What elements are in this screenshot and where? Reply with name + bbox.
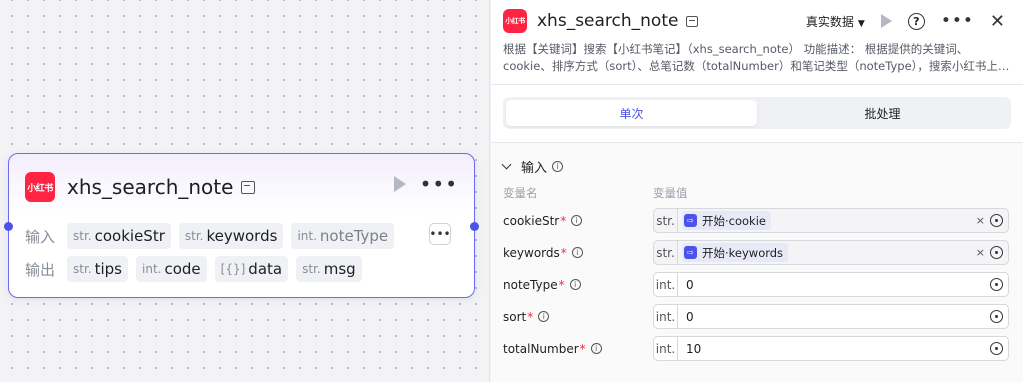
- xiaohongshu-logo-icon: 小红书: [25, 172, 55, 202]
- tab-single[interactable]: 单次: [506, 100, 757, 126]
- tab-batch[interactable]: 批处理: [757, 100, 1008, 126]
- param-value: 0: [686, 277, 694, 292]
- param-value-input[interactable]: int. 0: [653, 304, 1009, 329]
- help-icon[interactable]: ?: [907, 12, 925, 30]
- input-tag: int. noteType: [291, 223, 395, 249]
- run-node-icon[interactable]: [393, 176, 406, 192]
- input-tag: str. cookieStr: [67, 223, 171, 249]
- output-port[interactable]: [470, 222, 479, 231]
- mode-tabs: 单次 批处理: [503, 97, 1011, 129]
- param-row: totalNumber * i int. 10: [503, 336, 1013, 361]
- param-name: keywords * i: [503, 246, 653, 260]
- panel-actions: 真实数据 ▼ ? ••• ✕: [806, 9, 1005, 33]
- input-port[interactable]: [4, 222, 13, 231]
- clear-icon[interactable]: ×: [976, 246, 985, 259]
- data-mode-dropdown[interactable]: 真实数据 ▼: [806, 13, 865, 30]
- param-type: int.: [654, 305, 678, 328]
- param-type: str.: [654, 209, 678, 232]
- panel-title: xhs_search_note: [537, 11, 679, 31]
- param-value-input[interactable]: int. 10: [653, 336, 1009, 361]
- output-tag: str. tips: [67, 256, 128, 282]
- variable-picker-icon[interactable]: [990, 278, 1003, 291]
- output-tag: int. code: [136, 256, 207, 282]
- inputs-section: 输入 i 变量名 变量值 cookieStr * i str. ⇨ 开始 · cook…: [491, 143, 1023, 382]
- output-label: 输出: [25, 260, 56, 279]
- chevron-down-icon: ▼: [857, 18, 865, 29]
- column-header-name: 变量名: [503, 186, 538, 200]
- param-name: sort * i: [503, 310, 653, 324]
- start-node-icon: ⇨: [684, 246, 697, 259]
- param-name: cookieStr * i: [503, 214, 653, 228]
- sub-workflow-icon: [686, 15, 699, 27]
- divider: [491, 84, 1023, 85]
- variable-reference[interactable]: ⇨ 开始 · cookie: [682, 211, 771, 230]
- xiaohongshu-logo-icon: 小红书: [503, 9, 527, 33]
- param-type: str.: [654, 241, 678, 264]
- param-value: 0: [686, 309, 694, 324]
- param-type: int.: [654, 337, 678, 360]
- node-description: 根据【关键词】搜索【小红书笔记】（xhs_search_note） 功能描述： …: [503, 42, 1010, 73]
- param-row: cookieStr * i str. ⇨ 开始 · cookie ×: [503, 208, 1013, 233]
- info-icon: i: [590, 343, 602, 354]
- info-icon: i: [571, 215, 583, 226]
- start-node-icon: ⇨: [684, 214, 697, 227]
- info-icon: i: [538, 311, 550, 322]
- input-tag: str. keywords: [178, 223, 284, 249]
- node-header: 小红书 xhs_search_note: [25, 172, 256, 202]
- workflow-canvas[interactable]: 小红书 xhs_search_note ••• 输入 str. cookieStr…: [0, 0, 490, 382]
- panel-header: 小红书 xhs_search_note 真实数据 ▼ ? ••• ✕: [503, 9, 1013, 33]
- info-icon: i: [571, 247, 583, 258]
- param-row: noteType * i int. 0: [503, 272, 1013, 297]
- output-tag: str. msg: [296, 256, 362, 282]
- section-title: 输入: [521, 161, 548, 176]
- column-header-value: 变量值: [653, 186, 688, 200]
- node-actions: •••: [393, 174, 458, 194]
- inputs-section-header[interactable]: 输入 i: [501, 157, 564, 176]
- node-title: xhs_search_note: [67, 175, 234, 199]
- panel-more-icon[interactable]: •••: [941, 13, 974, 30]
- node-inputs-row: 输入 str. cookieStr str. keywords int. noteTy…: [25, 223, 402, 249]
- sub-workflow-icon: [241, 180, 256, 194]
- variable-reference[interactable]: ⇨ 开始 · keywords: [682, 243, 789, 262]
- node-more-icon[interactable]: •••: [420, 174, 458, 194]
- output-tag: [{}] data: [214, 256, 289, 282]
- variable-picker-icon[interactable]: [990, 342, 1003, 355]
- variable-picker-icon[interactable]: [990, 246, 1003, 259]
- param-name: totalNumber * i: [503, 342, 653, 356]
- run-icon[interactable]: [880, 14, 892, 28]
- chevron-down-icon: [501, 159, 512, 170]
- param-value-input[interactable]: str. ⇨ 开始 · keywords ×: [653, 240, 1009, 265]
- variable-picker-icon[interactable]: [990, 310, 1003, 323]
- close-icon[interactable]: ✕: [990, 11, 1005, 32]
- more-inputs-button[interactable]: •••: [429, 223, 451, 245]
- input-label: 输入: [25, 227, 56, 246]
- workflow-node[interactable]: 小红书 xhs_search_note ••• 输入 str. cookieStr…: [4, 153, 479, 298]
- variable-picker-icon[interactable]: [990, 214, 1003, 227]
- info-icon: i: [569, 279, 581, 290]
- param-value-input[interactable]: int. 0: [653, 272, 1009, 297]
- node-outputs-row: 输出 str. tips int. code [{}] data str. msg: [25, 256, 370, 282]
- param-value: 10: [686, 341, 702, 356]
- param-name: noteType * i: [503, 278, 653, 292]
- param-value-input[interactable]: str. ⇨ 开始 · cookie ×: [653, 208, 1009, 233]
- param-row: keywords * i str. ⇨ 开始 · keywords ×: [503, 240, 1013, 265]
- param-row: sort * i int. 0: [503, 304, 1013, 329]
- info-icon: i: [552, 161, 564, 172]
- param-type: int.: [654, 273, 678, 296]
- clear-icon[interactable]: ×: [976, 214, 985, 227]
- node-config-panel: 小红书 xhs_search_note 真实数据 ▼ ? ••• ✕ 根据【关键词…: [491, 0, 1023, 382]
